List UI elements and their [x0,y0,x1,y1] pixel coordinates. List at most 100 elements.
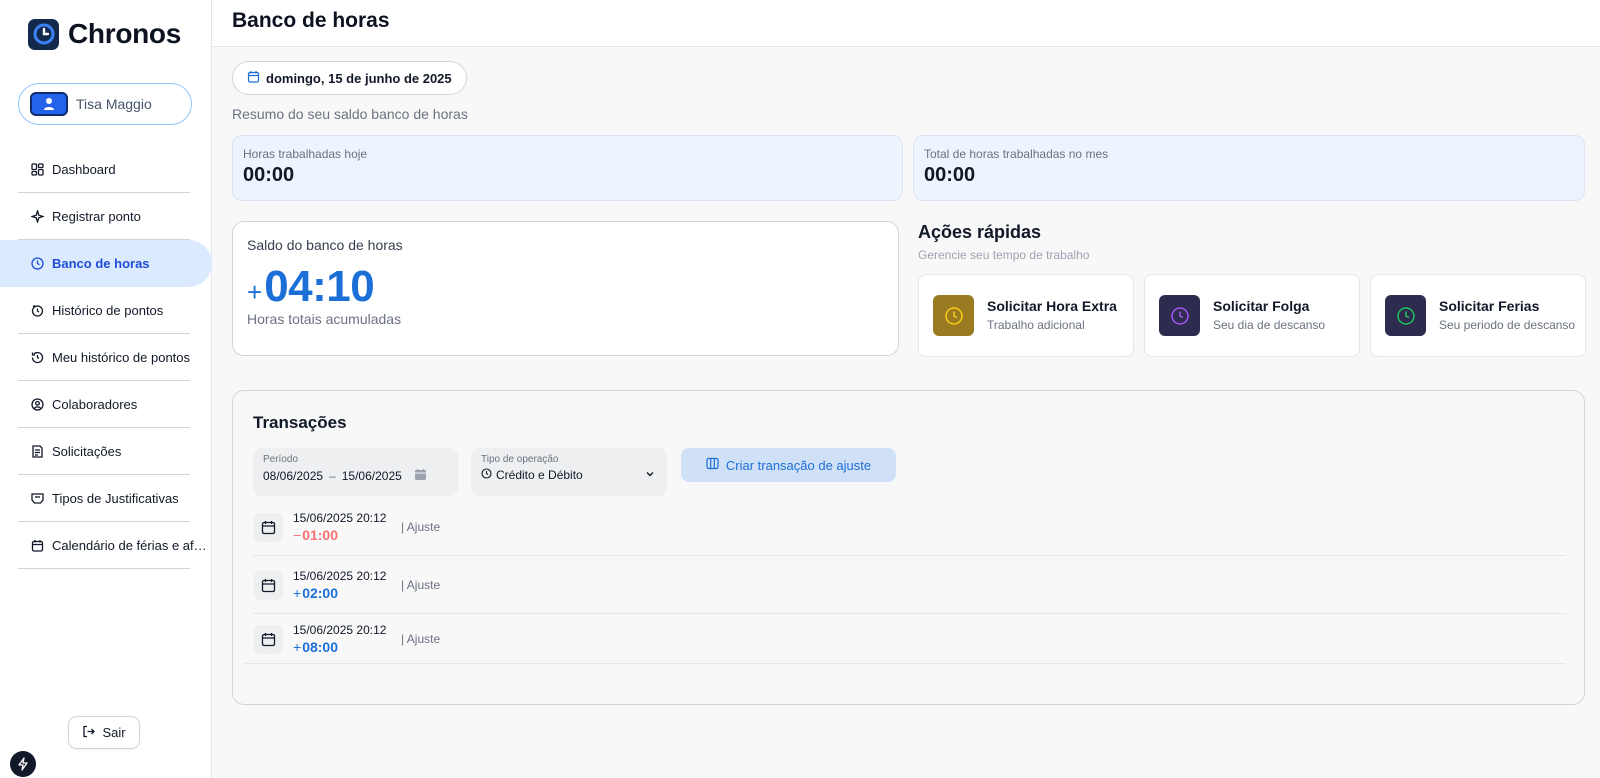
history-clock-icon [31,304,44,317]
transaction-date: 15/06/2025 20:12 [293,511,387,525]
summary-subtitle: Resumo do seu saldo banco de horas [232,106,468,122]
sidebar-item-historico-de-pontos[interactable]: Histórico de pontos [0,287,212,334]
chronos-logo-icon [28,18,59,50]
request-overtime-card[interactable]: Solicitar Hora Extra Trabalho adicional [918,274,1134,357]
transactions-title: Transações [253,413,347,432]
transaction-date: 15/06/2025 20:12 [293,623,387,637]
transaction-value: 01:00 [302,527,338,543]
calendar-icon [31,539,44,552]
history-icon [31,351,44,364]
stat-month-card: Total de horas trabalhadas no mes 00:00 [913,135,1585,201]
transaction-value: 08:00 [302,639,338,655]
period-from[interactable]: 08/06/2025 [263,469,323,483]
period-label: Período [263,454,299,465]
transactions-card: Transações Período 08/06/2025 – 15/06/20… [232,390,1585,705]
transaction-date: 15/06/2025 20:12 [293,569,387,583]
request-vacation-card[interactable]: Solicitar Ferias Seu periodo de descanso [1370,274,1586,357]
qa-subtitle: Seu periodo de descanso [1439,318,1576,332]
sidebar-item-label: Banco de horas [52,256,150,271]
sidebar-item-solicitacoes[interactable]: Solicitações [0,428,212,475]
transaction-row[interactable]: 15/06/2025 20:12 + 02:00 | Ajuste [253,557,1566,614]
transaction-type: | Ajuste [401,632,441,646]
calendar-icon [247,70,260,86]
create-adjustment-button[interactable]: Criar transação de ajuste [681,448,896,482]
user-avatar-icon [30,92,68,116]
clock-icon [1159,295,1200,336]
quick-actions-subtitle: Gerencie seu tempo de trabalho [918,248,1090,262]
document-icon [31,445,44,458]
operation-type-select[interactable]: Tipo de operação Crédito e Débito [471,448,667,496]
transaction-value: 02:00 [302,585,338,601]
current-date: domingo, 15 de junho de 2025 [266,70,452,86]
qa-title: Solicitar Hora Extra [987,298,1117,314]
qa-title: Solicitar Folga [1213,298,1310,314]
sidebar-item-label: Colaboradores [52,397,138,412]
sidebar-item-label: Meu histórico de pontos [52,350,191,365]
app-logo[interactable]: Chronos [28,18,181,50]
sidebar-item-tipos-justificativas[interactable]: Tipos de Justificativas [0,475,212,522]
create-adjustment-label: Criar transação de ajuste [725,457,872,473]
transaction-info: 15/06/2025 20:12 + 08:00 [293,623,399,655]
balance-amount: 04:10 [264,262,375,311]
qa-title: Solicitar Ferias [1439,298,1540,314]
clock-icon [1385,295,1426,336]
sparkle-icon [31,210,44,223]
stat-today-card: Horas trabalhadas hoje 00:00 [232,135,903,201]
transaction-sign: + [293,639,302,655]
operation-type-value-row: Crédito e Débito [481,468,657,482]
transaction-amount: + 08:00 [293,639,399,655]
sidebar-item-calendario-ferias[interactable]: Calendário de férias e af… [0,522,212,569]
sidebar-item-label: Solicitações [52,444,122,459]
period-filter[interactable]: Período 08/06/2025 – 15/06/2025 [253,448,458,496]
stat-today-label: Horas trabalhadas hoje [243,147,368,161]
sidebar-item-colaboradores[interactable]: Colaboradores [0,381,212,428]
transaction-type: | Ajuste [401,520,441,534]
clock-icon [933,295,974,336]
calendar-icon [254,570,283,600]
logout-button[interactable]: Sair [68,716,140,749]
sidebar-item-label: Calendário de férias e af… [52,538,207,553]
operation-type-value: Crédito e Débito [496,468,583,482]
transaction-type: | Ajuste [401,578,441,592]
user-profile-button[interactable]: Tisa Maggio [18,83,192,125]
transaction-row[interactable]: 15/06/2025 20:12 − 01:00 | Ajuste [253,499,1566,556]
transaction-row[interactable]: 15/06/2025 20:12 + 08:00 | Ajuste [245,615,1566,664]
transaction-amount: + 02:00 [293,585,399,601]
transaction-amount: − 01:00 [293,527,399,543]
transaction-sign: + [293,585,302,601]
period-range[interactable]: 08/06/2025 – 15/06/2025 [263,468,448,484]
lightning-icon[interactable] [10,751,36,777]
sidebar: Chronos Tisa Maggio Dashboard Registrar … [0,0,212,778]
sidebar-item-label: Dashboard [52,162,116,177]
quick-actions-title: Ações rápidas [918,222,1042,242]
sidebar-item-label: Tipos de Justificativas [52,491,179,506]
stat-month-label: Total de horas trabalhadas no mes [924,147,1109,161]
balance-title: Saldo do banco de horas [247,237,403,253]
dashboard-icon [31,163,44,176]
stat-today-value: 00:00 [243,164,295,186]
balance-card: Saldo do banco de horas + 04:10 Horas to… [232,221,899,356]
stat-month-value: 00:00 [924,164,976,186]
balance-sign: + [247,277,263,307]
qa-subtitle: Trabalho adicional [987,318,1085,332]
sidebar-item-label: Histórico de pontos [52,303,164,318]
sidebar-item-label: Registrar ponto [52,209,141,224]
sidebar-item-meu-historico[interactable]: Meu histórico de pontos [0,334,212,381]
balance-caption: Horas totais acumuladas [247,311,402,327]
columns-icon [706,457,719,473]
calendar-icon [254,624,283,654]
request-day-off-card[interactable]: Solicitar Folga Seu dia de descanso [1144,274,1360,357]
transaction-info: 15/06/2025 20:12 + 02:00 [293,569,399,601]
sidebar-item-banco-de-horas[interactable]: Banco de horas [0,240,212,287]
period-to[interactable]: 15/06/2025 [342,469,402,483]
current-date-chip: domingo, 15 de junho de 2025 [232,61,467,95]
sidebar-nav: Dashboard Registrar ponto Banco de horas… [0,146,212,569]
range-separator: – [329,469,336,483]
page-title: Banco de horas [232,9,390,32]
transaction-sign: − [293,527,302,543]
sidebar-item-registrar-ponto[interactable]: Registrar ponto [0,193,212,240]
date-picker-icon[interactable] [414,468,427,484]
logout-label: Sair [102,725,126,740]
sidebar-item-dashboard[interactable]: Dashboard [0,146,212,193]
calendar-icon [254,512,283,542]
